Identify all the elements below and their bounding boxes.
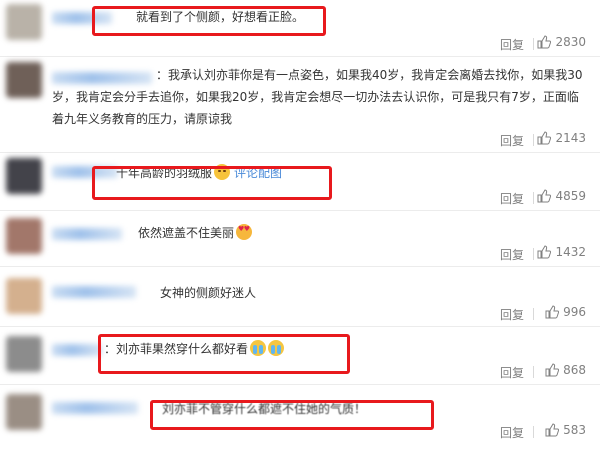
divider [533,38,534,50]
divider [533,366,534,378]
like-count: 2143 [555,131,586,145]
divider [533,248,534,260]
reply-button[interactable]: 回复 [500,36,524,53]
avatar[interactable] [6,278,42,314]
reply-button[interactable]: 回复 [500,190,524,207]
highlight-box [92,6,326,36]
username[interactable] [52,228,122,240]
comment-item: ：我承认刘亦菲你是有一点姿色，如果我40岁，我肯定会离婚去找你，如果我30岁，我… [0,56,600,153]
thumbs-up-icon [537,35,552,49]
like-count: 583 [563,423,586,437]
comment-item: 刘亦菲不管穿什么都遮不住她的气质！ 回复 583 [0,384,600,452]
heart-eyes-icon [236,224,253,240]
like-button[interactable]: 2830 [537,35,586,49]
thumbs-up-icon [545,363,560,377]
like-button[interactable]: 2143 [537,131,586,145]
comment-body: 依然遮盖不住美丽 [138,226,235,240]
thumbs-up-icon [537,245,552,259]
comment-item: 十年高龄的羽绒服 评论配图 回复 4859 [0,152,600,211]
avatar[interactable] [6,218,42,254]
like-button[interactable]: 4859 [537,189,586,203]
comment-item: 就看到了个侧颜，好想看正脸。 回复 2830 [0,0,600,57]
highlight-box [98,334,350,374]
username[interactable] [52,286,136,298]
divider [533,426,534,438]
comment-text: 女神的侧颜好迷人 [160,286,257,300]
highlight-box [150,400,434,430]
comment-item: 依然遮盖不住美丽 回复 1432 [0,210,600,267]
username[interactable] [52,344,102,356]
like-button[interactable]: 996 [545,305,586,319]
divider [533,308,534,320]
reply-button[interactable]: 回复 [500,246,524,263]
like-button[interactable]: 583 [545,423,586,437]
comment-item: 女神的侧颜好迷人 回复 996 [0,266,600,327]
comment-text: ：我承认刘亦菲你是有一点姿色，如果我40岁，我肯定会离婚去找你，如果我30岁，我… [52,68,583,126]
like-count: 1432 [555,245,586,259]
thumbs-up-icon [545,423,560,437]
avatar[interactable] [6,158,42,194]
like-count: 4859 [555,189,586,203]
like-count: 868 [563,363,586,377]
avatar[interactable] [6,336,42,372]
like-count: 2830 [555,35,586,49]
reply-button[interactable]: 回复 [500,132,524,149]
divider [533,192,534,204]
reply-button[interactable]: 回复 [500,424,524,441]
divider [533,134,534,146]
like-count: 996 [563,305,586,319]
thumbs-up-icon [545,305,560,319]
reply-button[interactable]: 回复 [500,364,524,381]
comment-text: 依然遮盖不住美丽 [138,222,253,244]
like-button[interactable]: 868 [545,363,586,377]
highlight-box [92,166,332,200]
avatar[interactable] [6,394,42,430]
reply-button[interactable]: 回复 [500,306,524,323]
avatar[interactable] [6,62,42,98]
avatar[interactable] [6,4,42,40]
thumbs-up-icon [537,189,552,203]
username[interactable] [52,402,138,414]
thumbs-up-icon [537,131,552,145]
comment-item: ：刘亦菲果然穿什么都好看 回复 868 [0,326,600,385]
like-button[interactable]: 1432 [537,245,586,259]
